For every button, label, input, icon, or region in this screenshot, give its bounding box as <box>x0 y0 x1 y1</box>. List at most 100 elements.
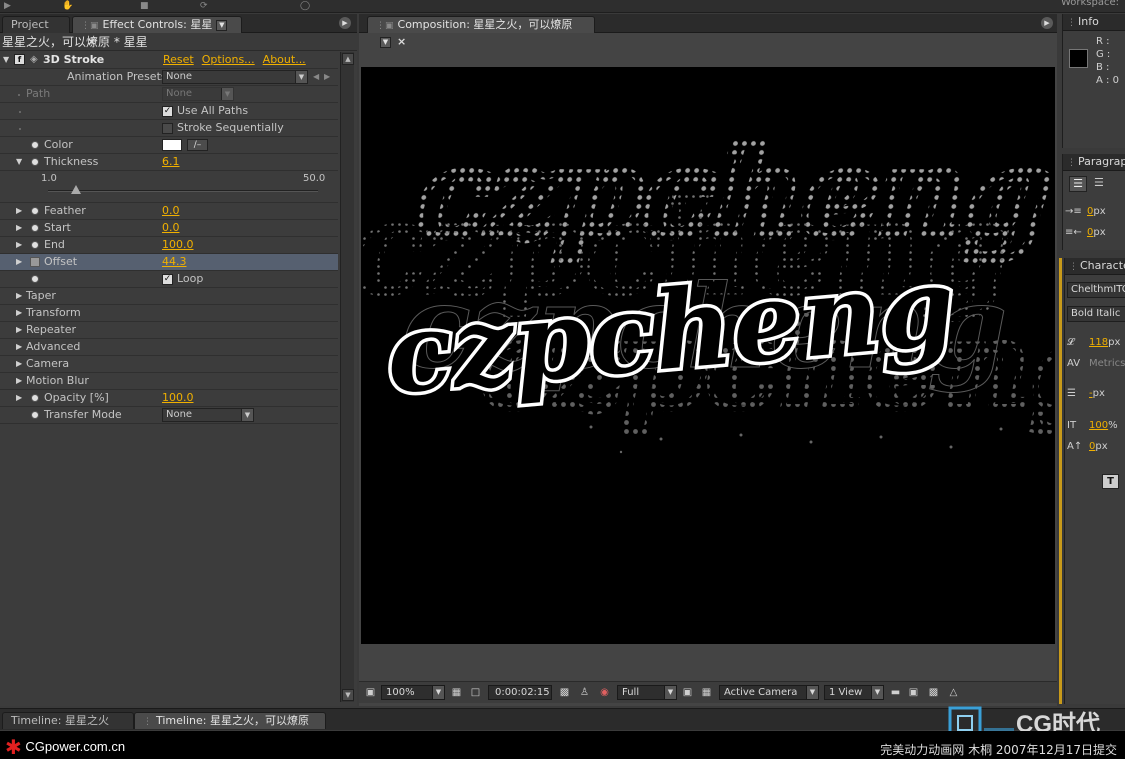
tab-timeline-1[interactable]: Timeline: 星星之火 <box>2 712 134 729</box>
twirl-right-icon[interactable]: ▶ <box>16 339 22 355</box>
tab-project[interactable]: Project <box>2 16 70 33</box>
advanced-row[interactable]: ▶ Advanced <box>0 339 338 356</box>
align-left-icon[interactable]: ☰ <box>1069 176 1087 192</box>
panel-menu-icon[interactable]: ▶ <box>1041 17 1053 29</box>
monitor-icon[interactable]: ▣ <box>364 686 377 699</box>
twirl-right-icon[interactable]: ▶ <box>16 254 22 270</box>
vertical-scale-field[interactable]: IT 100% <box>1067 418 1118 434</box>
safe-zones-icon[interactable]: ▦ <box>450 686 463 699</box>
tab-composition[interactable]: ⋮▣ Composition: 星星之火，可以燎原 ▼ × <box>367 16 595 48</box>
fast-previews-icon[interactable]: ▣ <box>907 686 920 699</box>
stopwatch-icon[interactable] <box>31 207 39 215</box>
channels-icon[interactable]: ◉ <box>598 686 611 699</box>
twirl-down-icon[interactable]: ▼ <box>16 154 22 170</box>
transfer-mode-select[interactable]: None ▼ <box>162 408 254 422</box>
next-preset-icon[interactable]: ▶ <box>324 69 330 85</box>
repeater-row[interactable]: ▶ Repeater <box>0 322 338 339</box>
timecode-field[interactable]: 0:00:02:15 <box>488 685 552 700</box>
stopwatch-icon[interactable] <box>31 411 39 419</box>
thickness-slider-track[interactable] <box>48 190 318 192</box>
baseline-shift-field[interactable]: A↑ 0px <box>1067 439 1108 455</box>
brand[interactable]: ✱ CGpower.com.cn <box>5 735 125 759</box>
twirl-right-icon[interactable]: ▶ <box>16 356 22 372</box>
loop-checkbox[interactable]: ✓ <box>162 274 173 285</box>
twirl-right-icon[interactable]: ▶ <box>16 322 22 338</box>
offset-value[interactable]: 44.3 <box>162 254 187 270</box>
twirl-right-icon[interactable]: ▶ <box>16 390 22 406</box>
vertical-scale-value[interactable]: 100 <box>1089 420 1108 431</box>
use-all-paths-checkbox[interactable]: ✓ <box>162 106 173 117</box>
rotate-tool-icon[interactable]: ⟳ <box>200 1 214 11</box>
font-style-select[interactable]: Bold Italic <box>1067 306 1125 322</box>
tab-timeline-2[interactable]: ⋮Timeline: 星星之火，可以燎原× <box>134 712 326 744</box>
stopwatch-icon[interactable] <box>31 275 39 283</box>
close-icon[interactable]: × <box>397 35 406 48</box>
leading-field[interactable]: ☰ -px <box>1067 386 1105 402</box>
reset-link[interactable]: Reset <box>163 53 194 66</box>
chevron-down-icon[interactable]: ▼ <box>216 19 228 31</box>
resolution-select[interactable]: Full ▼ <box>617 685 677 700</box>
stopwatch-keyed-icon[interactable] <box>30 257 40 267</box>
space-before-field[interactable]: ≡← 0px <box>1065 225 1106 241</box>
flowchart-icon[interactable]: △ <box>947 686 960 699</box>
font-family-select[interactable]: ChelthmITC <box>1067 282 1125 298</box>
options-link[interactable]: Options... <box>202 53 255 66</box>
workspace-label[interactable]: Workspace: <box>1061 0 1119 8</box>
stopwatch-icon[interactable] <box>31 224 39 232</box>
twirl-down-icon[interactable]: ▼ <box>3 52 9 68</box>
tab-info[interactable]: ⋮ Info <box>1063 14 1125 31</box>
text-style-icon[interactable]: T <box>1102 474 1119 489</box>
kerning-value[interactable]: Metrics <box>1089 358 1125 369</box>
animation-presets-select[interactable]: None ▼ <box>162 70 308 84</box>
tab-character[interactable]: ⋮Character <box>1065 258 1125 275</box>
path-select[interactable]: None ▼ <box>162 87 234 101</box>
align-center-icon[interactable]: ☰ <box>1094 176 1104 189</box>
scroll-down-icon[interactable]: ▼ <box>342 689 354 701</box>
twirl-right-icon[interactable]: ▶ <box>16 203 22 219</box>
twirl-right-icon[interactable]: ▶ <box>16 288 22 304</box>
panel-menu-icon[interactable]: ▶ <box>339 17 351 29</box>
zoom-select[interactable]: 100% ▼ <box>381 685 445 700</box>
twirl-right-icon[interactable]: ▶ <box>16 220 22 236</box>
twirl-right-icon[interactable]: ▶ <box>16 373 22 389</box>
timeline-icon[interactable]: ▩ <box>927 686 940 699</box>
stopwatch-icon[interactable] <box>31 141 39 149</box>
fx-toggle-icon[interactable]: f <box>14 54 25 65</box>
color-swatch[interactable] <box>162 139 182 151</box>
hand-tool-icon[interactable]: ✋ <box>62 1 76 11</box>
tab-effect-controls[interactable]: ⋮▣ Effect Controls: 星星 ▼ × <box>72 16 242 48</box>
mask-icon[interactable]: □ <box>469 686 482 699</box>
kerning-field[interactable]: AV Metrics <box>1067 356 1125 372</box>
opacity-value[interactable]: 100.0 <box>162 390 194 406</box>
vertical-scrollbar[interactable]: ▲ ▼ <box>340 52 354 702</box>
transform-row[interactable]: ▶ Transform <box>0 305 338 322</box>
twirl-right-icon[interactable]: ▶ <box>16 305 22 321</box>
feather-value[interactable]: 0.0 <box>162 203 180 219</box>
indent-field[interactable]: →≡ 0px <box>1065 204 1106 220</box>
prev-preset-icon[interactable]: ◀ <box>313 69 319 85</box>
font-size-value[interactable]: 118 <box>1089 337 1108 348</box>
stopwatch-icon[interactable] <box>31 158 39 166</box>
close-icon[interactable]: × <box>87 35 96 48</box>
motion-blur-row[interactable]: ▶ Motion Blur <box>0 373 338 390</box>
pen-tool-icon[interactable]: ◯ <box>300 1 314 11</box>
eyedropper-icon[interactable]: ∕– <box>187 139 208 151</box>
end-value[interactable]: 100.0 <box>162 237 194 253</box>
show-snapshot-icon[interactable]: ♙ <box>578 686 591 699</box>
stopwatch-icon[interactable] <box>31 241 39 249</box>
zoom-tool-icon[interactable]: ■ <box>140 1 154 11</box>
camera-row[interactable]: ▶ Camera <box>0 356 338 373</box>
stopwatch-icon[interactable] <box>31 394 39 402</box>
toggle-pixel-aspect-icon[interactable]: ▬ <box>889 686 902 699</box>
chevron-down-icon[interactable]: ▼ <box>380 36 391 48</box>
thickness-slider-thumb[interactable] <box>71 185 82 194</box>
start-value[interactable]: 0.0 <box>162 220 180 236</box>
camera-select[interactable]: Active Camera ▼ <box>719 685 819 700</box>
tab-paragraph[interactable]: ⋮Paragraph <box>1063 154 1125 171</box>
transparency-grid-icon[interactable]: ▦ <box>700 686 713 699</box>
composition-viewer[interactable]: czpcheng czpcheng czpcheng czpcheng czpc… <box>361 67 1055 644</box>
font-size-field[interactable]: 𝓛 118px <box>1067 335 1120 351</box>
offset-row[interactable]: ▶ Offset 44.3 <box>0 254 338 271</box>
view-layout-select[interactable]: 1 View ▼ <box>824 685 884 700</box>
taper-row[interactable]: ▶ Taper <box>0 288 338 305</box>
